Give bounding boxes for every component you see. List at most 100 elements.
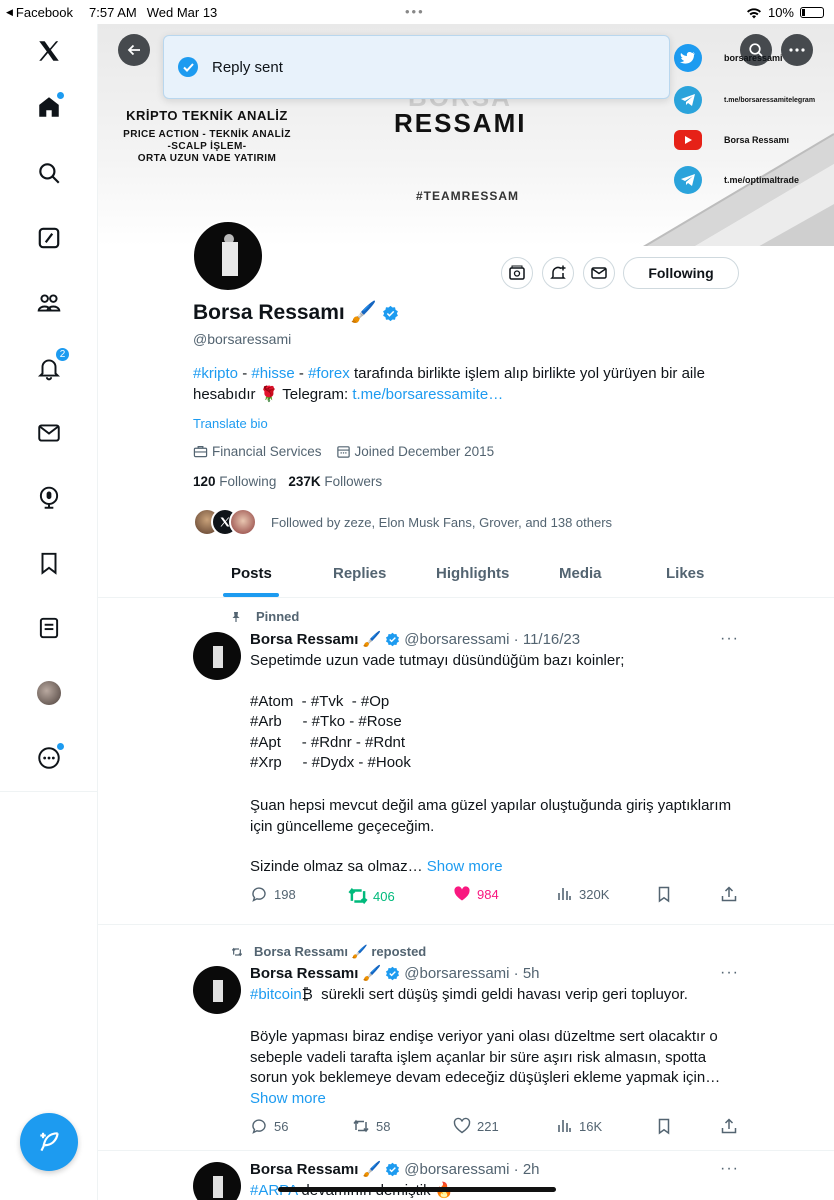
multitask-dots[interactable]: ••• xyxy=(405,4,425,19)
heart-filled-icon xyxy=(454,886,470,901)
tweet-divider xyxy=(98,1150,834,1151)
compose-post-button[interactable] xyxy=(20,1113,78,1171)
tweet-author-name[interactable]: Borsa Ressamı 🖌️ xyxy=(250,630,381,648)
view-count: 320K xyxy=(579,886,610,902)
status-time: 7:57 AM xyxy=(89,5,137,20)
following-button[interactable]: Following xyxy=(623,257,739,289)
tab-media[interactable]: Media xyxy=(559,565,602,582)
tab-replies[interactable]: Replies xyxy=(333,565,386,582)
home-icon[interactable] xyxy=(34,92,64,122)
tweet-more-icon[interactable]: ··· xyxy=(720,1160,739,1178)
followed-by-row[interactable]: Followed by zeze, Elon Musk Fans, Grover… xyxy=(193,508,612,536)
messages-icon[interactable] xyxy=(34,418,64,448)
lists-icon[interactable] xyxy=(34,613,64,643)
profile-search-button[interactable] xyxy=(740,34,772,66)
translate-bio-link[interactable]: Translate bio xyxy=(193,416,268,431)
like-button[interactable]: 221 xyxy=(453,1117,499,1135)
bio-hashtag-hisse[interactable]: #hisse xyxy=(251,365,294,382)
verified-badge-icon xyxy=(386,1162,400,1176)
verified-badge-icon xyxy=(386,632,400,646)
tab-highlights[interactable]: Highlights xyxy=(436,565,509,582)
back-button[interactable] xyxy=(118,34,150,66)
tweet-text: ₿ sürekli sert düşüş şimdi geldi havası … xyxy=(301,986,688,1003)
home-indicator[interactable] xyxy=(278,1187,556,1192)
pin-icon xyxy=(232,611,240,622)
share-icon xyxy=(721,886,737,902)
tweet-more-icon[interactable]: ··· xyxy=(720,630,739,648)
tweet-avatar[interactable] xyxy=(193,1162,241,1200)
battery-icon xyxy=(800,7,824,18)
tweet-hashtags-row[interactable]: #Apt - #Rdnr - #Rdnt xyxy=(250,733,740,754)
tweet-avatar[interactable] xyxy=(193,966,241,1014)
followers-label: Followers xyxy=(324,474,383,489)
banner-title: KRİPTO TEKNİK ANALİZ xyxy=(126,108,288,123)
banner-social-telegram: t.me/borsaressamitelegram xyxy=(674,86,815,114)
telegram-icon xyxy=(674,166,702,194)
tweet-hashtags-row[interactable]: #Atom - #Tvk - #Op xyxy=(250,692,740,713)
tweet-hashtag-bitcoin[interactable]: #bitcoin xyxy=(250,986,302,1003)
bookmark-icon xyxy=(658,886,670,903)
banner-left-text: KRİPTO TEKNİK ANALİZ PRICE ACTION - TEKN… xyxy=(112,108,302,165)
share-button[interactable] xyxy=(720,1117,738,1135)
like-button[interactable]: 984 xyxy=(453,885,499,903)
notifications-icon[interactable]: 2 xyxy=(34,347,70,383)
views-button[interactable]: 320K xyxy=(555,885,609,903)
profile-avatar-icon[interactable] xyxy=(34,678,64,708)
tweet-hashtags-row[interactable]: #Arb - #Tko - #Rose xyxy=(250,712,740,733)
show-more-link[interactable]: Show more xyxy=(427,858,503,875)
views-button[interactable]: 16K xyxy=(555,1117,602,1135)
bio-telegram-link[interactable]: t.me/borsaressamite… xyxy=(352,386,503,403)
bio-hashtag-forex[interactable]: #forex xyxy=(308,365,350,382)
x-logo-icon[interactable] xyxy=(34,36,64,66)
tweet-avatar[interactable] xyxy=(193,632,241,680)
reposted-label[interactable]: Borsa Ressamı 🖌️ reposted xyxy=(254,944,426,960)
followed-by-text: Followed by zeze, Elon Musk Fans, Grover… xyxy=(271,514,613,530)
status-date: Wed Mar 13 xyxy=(146,5,218,20)
tab-likes[interactable]: Likes xyxy=(666,565,704,582)
subscribe-button[interactable] xyxy=(501,257,533,289)
followers-count-link[interactable]: 237K Followers xyxy=(288,474,382,489)
message-button[interactable] xyxy=(583,257,615,289)
back-to-app-link[interactable]: ◀ Facebook xyxy=(6,5,73,20)
profile-bio: #kripto - #hisse - #forex tarafında birl… xyxy=(193,363,738,405)
tweet-author-name[interactable]: Borsa Ressamı 🖌️ xyxy=(250,1160,381,1178)
bookmark-button[interactable] xyxy=(655,885,673,903)
tab-posts[interactable]: Posts xyxy=(231,565,272,582)
bookmark-button[interactable] xyxy=(655,1117,673,1135)
search-icon[interactable] xyxy=(34,158,64,188)
communities-icon[interactable] xyxy=(34,288,64,318)
subscribe-icon xyxy=(509,265,525,280)
tweet-handle-time[interactable]: @borsaressami · 11/16/23 xyxy=(404,631,580,648)
telegram-icon xyxy=(674,86,702,114)
tweet-author-name[interactable]: Borsa Ressamı 🖌️ xyxy=(250,964,381,982)
banner-brand: RESSAMI xyxy=(394,108,527,138)
repost-icon xyxy=(353,1119,369,1133)
bio-hashtag-kripto[interactable]: #kripto xyxy=(193,365,238,382)
notifications-badge: 2 xyxy=(55,347,70,362)
show-more-link[interactable]: Show more xyxy=(250,1090,326,1107)
checkmark-icon xyxy=(178,57,198,77)
follow-counts: 120 Following 237K Followers xyxy=(193,474,382,489)
bookmarks-icon[interactable] xyxy=(34,548,64,578)
banner-hashtag: #TEAMRESSAM xyxy=(416,189,520,203)
reply-button[interactable]: 198 xyxy=(250,885,296,903)
tweet-handle-time[interactable]: @borsaressami · 5h xyxy=(404,965,539,982)
verified-badge-icon[interactable] xyxy=(382,305,399,322)
profile-more-button[interactable] xyxy=(781,34,813,66)
tweet-more-icon[interactable]: ··· xyxy=(720,964,739,982)
views-chart-icon xyxy=(558,1120,571,1132)
spaces-icon[interactable] xyxy=(34,483,64,513)
following-count-link[interactable]: 120 Following xyxy=(193,474,276,489)
tweet-hashtags-row[interactable]: #Xrp - #Dydx - #Hook xyxy=(250,753,740,774)
share-button[interactable] xyxy=(720,885,738,903)
grok-icon[interactable] xyxy=(34,223,64,253)
notify-button[interactable] xyxy=(542,257,574,289)
repost-button[interactable]: 58 xyxy=(352,1117,390,1135)
toast-message: Reply sent xyxy=(212,58,283,76)
repost-button[interactable]: 406 xyxy=(345,885,395,907)
reply-button[interactable]: 56 xyxy=(250,1117,288,1135)
tweet-handle-time[interactable]: @borsaressami · 2h xyxy=(404,1161,539,1178)
profile-category[interactable]: Financial Services xyxy=(212,444,322,459)
profile-avatar[interactable] xyxy=(192,220,264,292)
more-options-icon[interactable] xyxy=(34,743,64,773)
